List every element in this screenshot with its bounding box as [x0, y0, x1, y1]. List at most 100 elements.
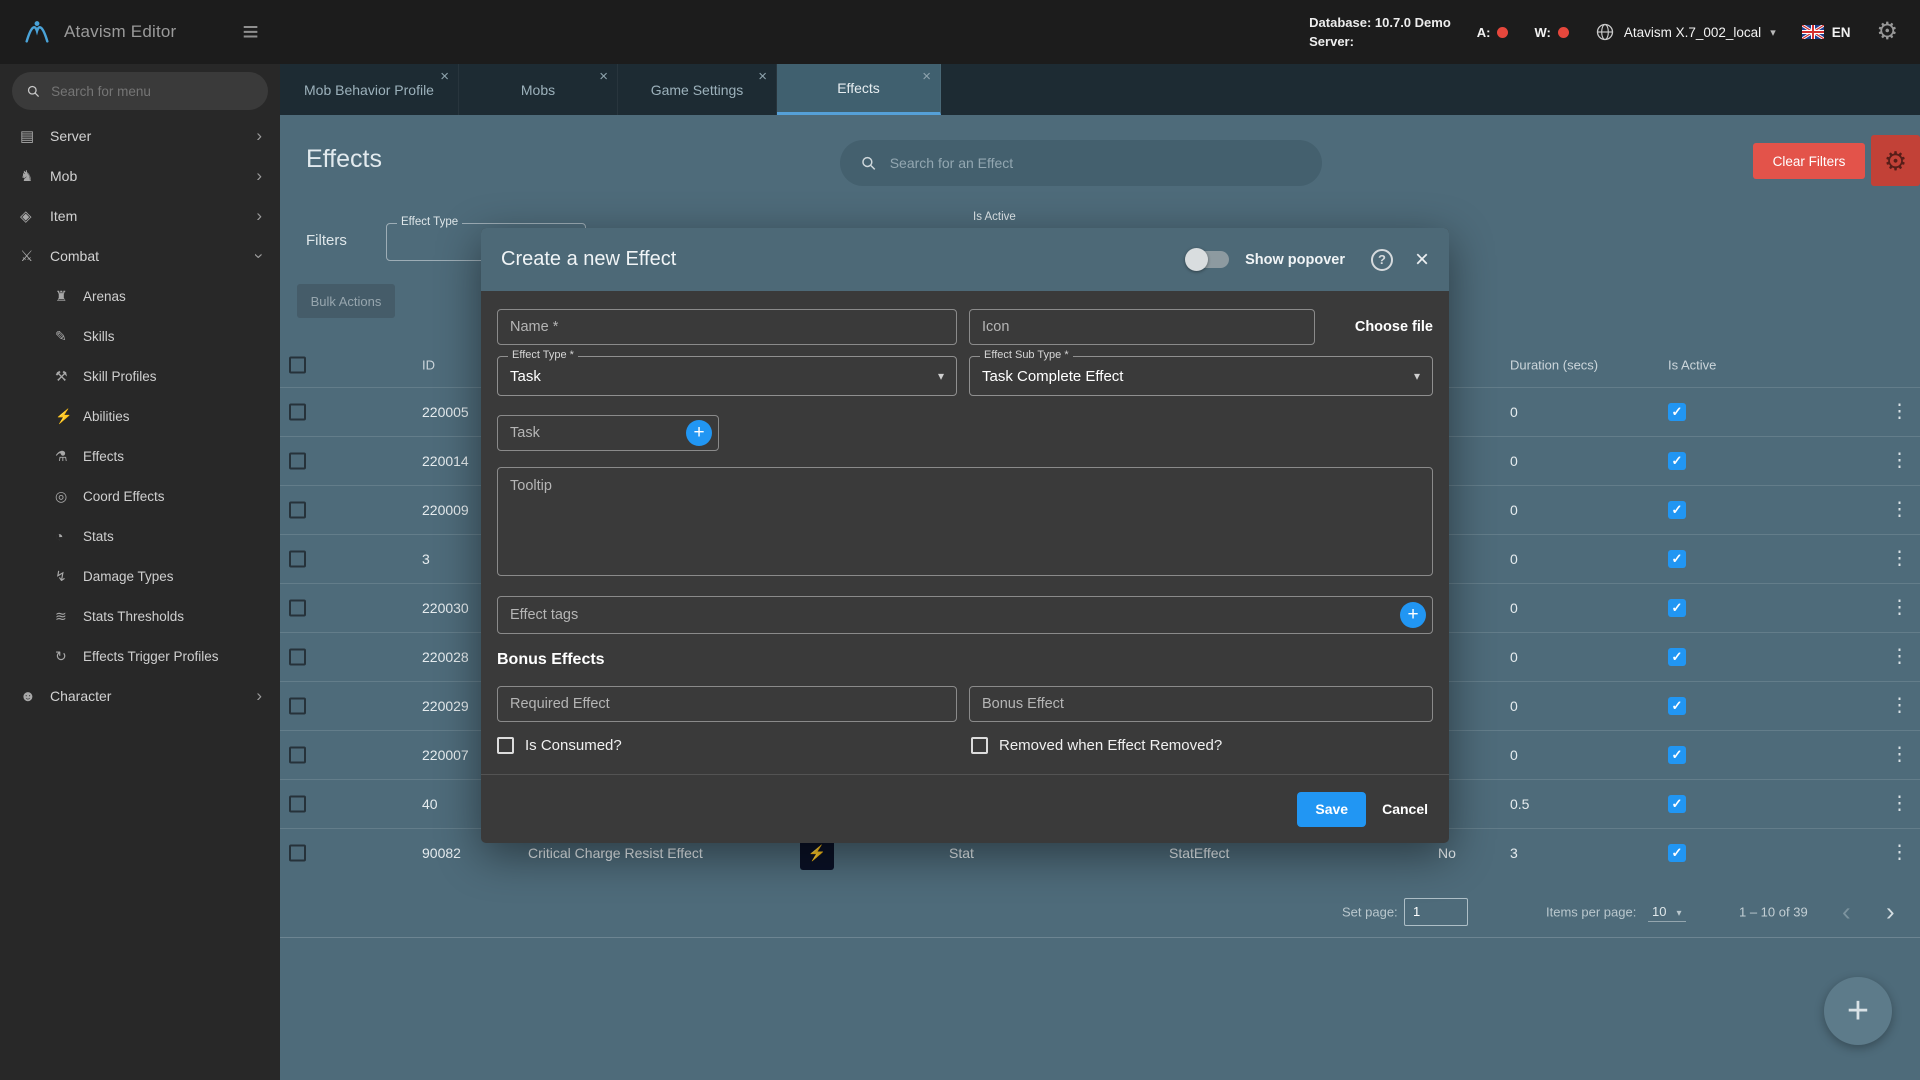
- sidebar-search[interactable]: [12, 72, 268, 110]
- required-effect-input[interactable]: [497, 686, 957, 722]
- add-tag-button[interactable]: +: [1400, 602, 1426, 628]
- bulk-actions-button[interactable]: Bulk Actions: [297, 284, 395, 318]
- sidebar-item-combat[interactable]: ⚔ Combat ›: [0, 236, 280, 276]
- sidebar-item-effects[interactable]: ⚗ Effects: [0, 436, 280, 476]
- is-active-checkbox[interactable]: ✓: [1668, 746, 1686, 764]
- row-menu-icon[interactable]: ⋮: [1890, 548, 1909, 571]
- row-menu-icon[interactable]: ⋮: [1890, 793, 1909, 816]
- effect-sub-type-select[interactable]: Effect Sub Type * Task Complete Effect ▾: [969, 349, 1433, 396]
- is-active-checkbox[interactable]: ✓: [1668, 403, 1686, 421]
- close-modal-icon[interactable]: ×: [1415, 247, 1429, 272]
- row-menu-icon[interactable]: ⋮: [1890, 499, 1909, 522]
- effect-search[interactable]: [840, 140, 1322, 186]
- close-tab-icon[interactable]: ×: [599, 68, 608, 85]
- is-active-checkbox[interactable]: ✓: [1668, 844, 1686, 862]
- sidebar-search-input[interactable]: [51, 83, 254, 99]
- choose-file-button[interactable]: Choose file: [1355, 309, 1433, 345]
- menu-toggle-icon[interactable]: ≡: [242, 18, 258, 46]
- damage-types-icon: ↯: [55, 567, 67, 584]
- sidebar-item-abilities[interactable]: ⚡ Abilities: [0, 396, 280, 436]
- sidebar-item-item[interactable]: ◈ Item ›: [0, 196, 280, 236]
- row-menu-icon[interactable]: ⋮: [1890, 597, 1909, 620]
- check-icon: ✓: [1671, 747, 1683, 762]
- add-task-button[interactable]: +: [686, 420, 712, 446]
- help-icon[interactable]: ?: [1370, 248, 1393, 271]
- set-page-input[interactable]: [1404, 897, 1468, 926]
- row-checkbox[interactable]: [289, 452, 306, 470]
- row-menu-icon[interactable]: ⋮: [1890, 842, 1909, 865]
- auth-status-label: A:: [1476, 24, 1491, 40]
- tab-effects[interactable]: Effects ×: [777, 64, 941, 115]
- row-checkbox[interactable]: [289, 599, 306, 617]
- save-button[interactable]: Save: [1297, 791, 1367, 827]
- close-tab-icon[interactable]: ×: [758, 68, 767, 85]
- row-checkbox[interactable]: [289, 403, 306, 421]
- previous-page-icon[interactable]: ‹: [1842, 896, 1851, 927]
- is-active-checkbox[interactable]: ✓: [1668, 452, 1686, 470]
- cancel-button[interactable]: Cancel: [1382, 801, 1428, 817]
- caret-down-icon: ▾: [1676, 907, 1682, 919]
- is-active-checkbox[interactable]: ✓: [1668, 795, 1686, 813]
- show-popover-toggle[interactable]: [1185, 248, 1230, 271]
- is-active-checkbox[interactable]: ✓: [1668, 599, 1686, 617]
- cell-id: 220030: [422, 600, 469, 616]
- row-menu-icon[interactable]: ⋮: [1890, 401, 1909, 424]
- select-all-checkbox[interactable]: [289, 356, 306, 374]
- tooltip-textarea[interactable]: [497, 467, 1433, 576]
- row-checkbox[interactable]: [289, 844, 306, 862]
- is-active-checkbox[interactable]: ✓: [1668, 550, 1686, 568]
- icon-input[interactable]: [969, 309, 1315, 345]
- removed-when-effect-removed-checkbox[interactable]: Removed when Effect Removed?: [971, 737, 1222, 754]
- is-active-checkbox[interactable]: ✓: [1668, 697, 1686, 715]
- name-input[interactable]: [497, 309, 957, 345]
- chevron-down-icon: ›: [250, 253, 270, 259]
- close-tab-icon[interactable]: ×: [922, 68, 931, 85]
- sidebar-item-skill-profiles[interactable]: ⚒ Skill Profiles: [0, 356, 280, 396]
- clear-filters-button[interactable]: Clear Filters: [1753, 143, 1865, 179]
- sidebar-item-coord-effects[interactable]: ◎ Coord Effects: [0, 476, 280, 516]
- sidebar-item-skills[interactable]: ✎ Skills: [0, 316, 280, 356]
- tab-mob-behavior-profile[interactable]: Mob Behavior Profile ×: [280, 64, 459, 115]
- row-checkbox[interactable]: [289, 648, 306, 666]
- is-active-checkbox[interactable]: ✓: [1668, 501, 1686, 519]
- database-line1: Database: 10.7.0 Demo: [1309, 14, 1451, 30]
- row-checkbox[interactable]: [289, 697, 306, 715]
- add-effect-fab[interactable]: +: [1824, 977, 1892, 1045]
- effect-tags-input[interactable]: [497, 596, 1433, 634]
- effect-type-select[interactable]: Effect Type * Task ▾: [497, 349, 957, 396]
- sidebar-item-mob[interactable]: ♞ Mob ›: [0, 156, 280, 196]
- is-active-filter-label: Is Active: [973, 211, 1016, 223]
- row-checkbox[interactable]: [289, 550, 306, 568]
- close-tab-icon[interactable]: ×: [440, 68, 449, 85]
- sidebar-item-stats-thresholds[interactable]: ≋ Stats Thresholds: [0, 596, 280, 636]
- row-checkbox[interactable]: [289, 746, 306, 764]
- items-per-page-select[interactable]: 10 ▾: [1648, 902, 1686, 922]
- is-active-checkbox[interactable]: ✓: [1668, 648, 1686, 666]
- world-selector[interactable]: Atavism X.7_002_local ▾: [1595, 22, 1776, 42]
- tab-game-settings[interactable]: Game Settings ×: [618, 64, 777, 115]
- cell-duration: 0: [1510, 698, 1518, 714]
- topbar: Atavism Editor ≡ Database: 10.7.0 Demo S…: [0, 0, 1920, 64]
- sidebar-item-server[interactable]: ▤ Server ›: [0, 116, 280, 156]
- cell-id: 220029: [422, 698, 469, 714]
- row-menu-icon[interactable]: ⋮: [1890, 695, 1909, 718]
- sidebar-item-stats[interactable]: ◔ Stats: [0, 516, 280, 556]
- row-menu-icon[interactable]: ⋮: [1890, 744, 1909, 767]
- language-selector[interactable]: EN: [1801, 25, 1850, 40]
- sidebar-item-effects-trigger-profiles[interactable]: ↻ Effects Trigger Profiles: [0, 636, 280, 676]
- row-checkbox[interactable]: [289, 501, 306, 519]
- row-menu-icon[interactable]: ⋮: [1890, 646, 1909, 669]
- table-settings-button[interactable]: ⚙: [1871, 135, 1920, 186]
- row-checkbox[interactable]: [289, 795, 306, 813]
- next-page-icon[interactable]: ›: [1886, 896, 1895, 927]
- settings-gear-icon[interactable]: ⚙: [1876, 20, 1898, 44]
- row-menu-icon[interactable]: ⋮: [1890, 450, 1909, 473]
- effects-icon: ⚗: [55, 447, 68, 464]
- bonus-effect-input[interactable]: [969, 686, 1433, 722]
- sidebar-item-character[interactable]: ☻ Character ›: [0, 676, 280, 716]
- is-consumed-checkbox[interactable]: Is Consumed?: [497, 737, 971, 754]
- sidebar-item-arenas[interactable]: ♜ Arenas: [0, 276, 280, 316]
- tab-mobs[interactable]: Mobs ×: [459, 64, 618, 115]
- sidebar-item-damage-types[interactable]: ↯ Damage Types: [0, 556, 280, 596]
- effect-search-input[interactable]: [889, 155, 1302, 171]
